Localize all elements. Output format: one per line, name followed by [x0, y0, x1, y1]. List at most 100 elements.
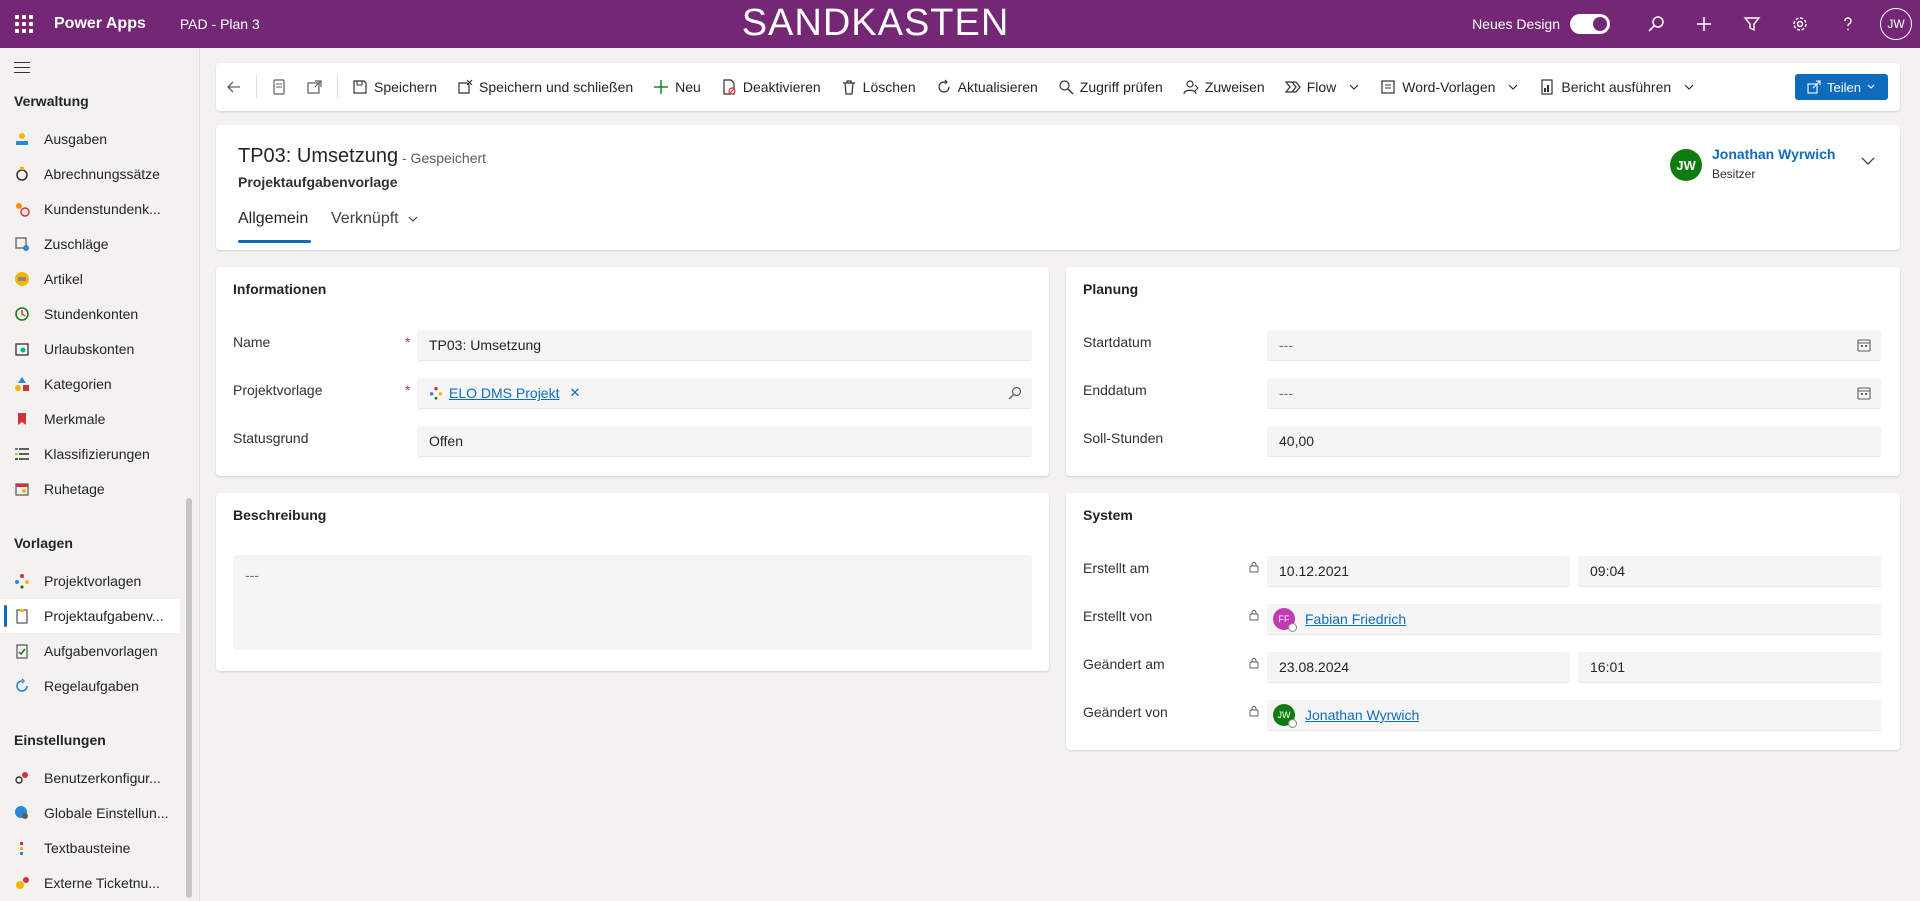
end-date-value: --- — [1279, 385, 1293, 401]
sidebar-item-kundenstunden[interactable]: Kundenstundenk... — [0, 192, 180, 226]
created-on-time-field[interactable]: 09:04 — [1578, 556, 1881, 587]
calendar-icon — [14, 481, 30, 497]
sidebar-item-kategorien[interactable]: Kategorien — [0, 367, 180, 401]
flow-button[interactable]: Flow — [1275, 63, 1371, 111]
sidebar-item-projektaufgabenvorlagen[interactable]: Projektaufgabenv... — [0, 599, 180, 633]
created-on-label: Erstellt am — [1083, 560, 1150, 576]
section-title: Beschreibung — [233, 507, 327, 523]
sidebar-item-label: Kategorien — [44, 376, 112, 392]
expand-header-button[interactable] — [1860, 153, 1876, 172]
modified-by-avatar: JW — [1273, 704, 1297, 728]
back-button[interactable] — [216, 63, 252, 111]
sidebar-item-artikel[interactable]: Artikel — [0, 262, 180, 296]
search-button[interactable] — [1632, 0, 1680, 48]
refresh-button[interactable]: Aktualisieren — [926, 63, 1048, 111]
search-icon — [1648, 16, 1664, 32]
delete-button[interactable]: Löschen — [831, 63, 926, 111]
user-avatar-button[interactable]: JW — [1880, 8, 1912, 40]
sidebar-item-abrechnungssaetze[interactable]: Abrechnungssätze — [0, 157, 180, 191]
modified-on-date-field[interactable]: 23.08.2024 — [1267, 652, 1570, 683]
sidebar-item-label: Artikel — [44, 271, 83, 287]
modified-by-field[interactable]: JW Jonathan Wyrwich — [1267, 700, 1881, 731]
section-title: Informationen — [233, 281, 327, 297]
save-button[interactable]: Speichern — [342, 63, 447, 111]
created-by-link[interactable]: Fabian Friedrich — [1305, 611, 1406, 627]
sidebar-item-textbausteine[interactable]: Textbausteine — [0, 831, 180, 865]
sidebar-item-regelaufgaben[interactable]: Regelaufgaben — [0, 669, 180, 703]
remove-lookup-icon[interactable]: ✕ — [569, 385, 580, 401]
command-bar: Speichern Speichern und schließen Neu De… — [216, 63, 1900, 111]
new-button[interactable]: Neu — [643, 63, 711, 111]
project-template-icon — [429, 386, 443, 400]
sidebar-group-einstellungen: Einstellungen — [14, 732, 106, 748]
target-hours-field[interactable]: 40,00 — [1267, 426, 1881, 457]
section-planung: Planung Startdatum --- Enddatum --- Soll… — [1066, 267, 1900, 476]
calendar-icon[interactable] — [1857, 386, 1871, 400]
chevron-down-icon — [1861, 157, 1875, 165]
deactivate-button[interactable]: Deaktivieren — [711, 63, 831, 111]
created-by-field[interactable]: FF Fabian Friedrich — [1267, 604, 1881, 635]
owner-name-link[interactable]: Jonathan Wyrwich — [1712, 146, 1835, 162]
sidebar-item-globale-einstellungen[interactable]: Globale Einstellun... — [0, 796, 180, 830]
lock-icon — [1248, 705, 1260, 717]
check-access-button[interactable]: Zugriff prüfen — [1048, 63, 1173, 111]
settings-button[interactable] — [1776, 0, 1824, 48]
sidebar-item-label: Projektvorlagen — [44, 573, 142, 589]
search-icon[interactable] — [1008, 386, 1022, 400]
sidebar-item-urlaubskonten[interactable]: Urlaubskonten — [0, 332, 180, 366]
modified-by-link[interactable]: Jonathan Wyrwich — [1305, 707, 1419, 723]
sidebar-item-benutzerkonfiguration[interactable]: Benutzerkonfigur... — [0, 761, 180, 795]
section-system: System Erstellt am 10.12.2021 09:04 Erst… — [1066, 493, 1900, 750]
sidebar-item-ruhetage[interactable]: Ruhetage — [0, 472, 180, 506]
start-date-field[interactable]: --- — [1267, 330, 1881, 361]
filter-icon — [1743, 17, 1761, 32]
created-by-avatar: FF — [1273, 608, 1297, 632]
section-title: System — [1083, 507, 1133, 523]
recurring-task-icon — [14, 678, 30, 694]
check-access-label: Zugriff prüfen — [1079, 79, 1163, 95]
sidebar-item-externe-ticketnummern[interactable]: Externe Ticketnu... — [0, 866, 180, 900]
word-templates-label: Word-Vorlagen — [1402, 79, 1496, 95]
sidebar-scrollbar[interactable] — [186, 498, 192, 898]
expense-icon — [14, 131, 30, 147]
project-template-lookup[interactable]: ELO DMS Projekt ✕ — [417, 378, 1032, 409]
help-button[interactable] — [1824, 0, 1872, 48]
sidebar-item-merkmale[interactable]: Merkmale — [0, 402, 180, 436]
sidebar-item-projektvorlagen[interactable]: Projektvorlagen — [0, 564, 180, 598]
name-field[interactable]: TP03: Umsetzung — [417, 330, 1032, 361]
open-new-window-button[interactable] — [297, 63, 333, 111]
record-set-button[interactable] — [261, 63, 297, 111]
filter-button[interactable] — [1728, 0, 1776, 48]
project-template-link[interactable]: ELO DMS Projekt — [449, 385, 559, 401]
tab-verknuepft[interactable]: Verknüpft — [331, 210, 419, 228]
sidebar-item-zuschlaege[interactable]: Zuschläge — [0, 227, 180, 261]
add-button[interactable] — [1680, 0, 1728, 48]
created-on-date-field[interactable]: 10.12.2021 — [1267, 556, 1570, 587]
status-reason-field[interactable]: Offen — [417, 426, 1032, 457]
word-templates-button[interactable]: Word-Vorlagen — [1370, 63, 1529, 111]
sidebar-item-ausgaben[interactable]: Ausgaben — [0, 122, 180, 156]
sidebar-item-label: Urlaubskonten — [44, 341, 135, 357]
sidebar-item-klassifizierungen[interactable]: Klassifizierungen — [0, 437, 180, 471]
project-template-icon — [14, 573, 30, 589]
tab-allgemein[interactable]: Allgemein — [238, 210, 308, 228]
sidebar-item-label: Zuschläge — [44, 236, 109, 252]
help-icon — [1844, 17, 1852, 31]
run-report-button[interactable]: Bericht ausführen — [1529, 63, 1705, 111]
new-design-toggle[interactable] — [1570, 14, 1610, 34]
calendar-icon[interactable] — [1857, 338, 1871, 352]
end-date-field[interactable]: --- — [1267, 378, 1881, 409]
save-and-close-button[interactable]: Speichern und schließen — [447, 63, 643, 111]
owner-avatar: JW — [1670, 149, 1702, 181]
gear-icon — [1793, 17, 1807, 31]
modified-on-time-field[interactable]: 16:01 — [1578, 652, 1881, 683]
tab-verknuepft-label: Verknüpft — [331, 210, 399, 227]
hamburger-menu-icon[interactable] — [14, 62, 30, 74]
description-field[interactable]: --- — [233, 555, 1032, 650]
share-button[interactable]: Teilen — [1795, 74, 1888, 100]
sidebar-item-stundenkonten[interactable]: Stundenkonten — [0, 297, 180, 331]
name-label: Name — [233, 334, 271, 350]
sidebar-item-aufgabenvorlagen[interactable]: Aufgabenvorlagen — [0, 634, 180, 668]
assign-button[interactable]: Zuweisen — [1173, 63, 1275, 111]
vacation-account-icon — [14, 341, 30, 357]
